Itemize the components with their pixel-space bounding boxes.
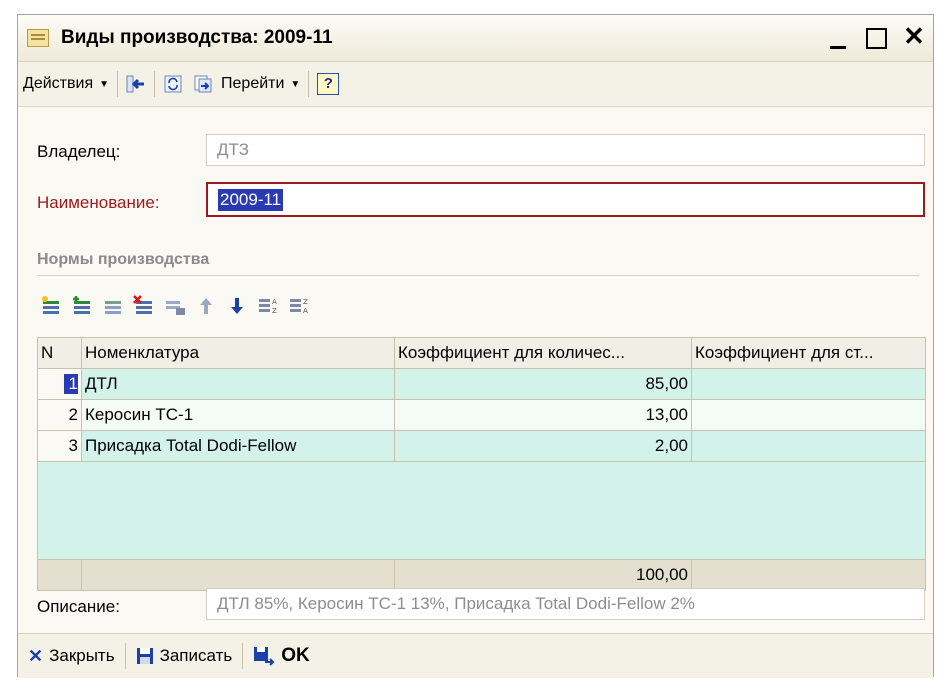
column-header-coef-qty[interactable]: Коэффициент для количес...: [394, 337, 692, 369]
actions-menu-button[interactable]: Действия ▼: [18, 68, 114, 100]
close-x-icon: ✕: [28, 645, 44, 666]
title-bar: Виды производства: 2009-11 ✕: [18, 15, 933, 62]
arrow-left-icon: [126, 75, 145, 93]
owner-field[interactable]: ДТЗ: [206, 134, 925, 166]
coef-qty-cell[interactable]: 2,00: [394, 430, 692, 462]
table-row[interactable]: 3 Присадка Total Dodi-Fellow 2,00: [37, 430, 926, 462]
row-number-cell[interactable]: 3: [37, 430, 82, 462]
move-up-icon[interactable]: [195, 295, 217, 317]
end-edit-icon[interactable]: [164, 295, 186, 317]
edit-row-icon[interactable]: [102, 295, 124, 317]
svg-text:Z: Z: [303, 298, 308, 306]
description-field[interactable]: ДТЛ 85%, Керосин ТС-1 13%, Присадка Tota…: [206, 588, 925, 620]
table-footer-row: 100,00: [37, 559, 926, 591]
coef-cost-cell[interactable]: [691, 368, 926, 400]
delete-row-icon[interactable]: [133, 295, 155, 317]
sort-ascending-icon[interactable]: AZ: [257, 295, 279, 317]
help-button[interactable]: ?: [312, 68, 344, 100]
footer-cell: [691, 559, 926, 591]
footer-cell: [81, 559, 395, 591]
ok-label: OK: [281, 645, 310, 666]
maximize-icon: [865, 28, 887, 49]
item-cell[interactable]: Присадка Total Dodi-Fellow: [81, 430, 395, 462]
close-window-button[interactable]: ✕: [903, 20, 925, 51]
name-field[interactable]: 2009-11: [206, 182, 925, 217]
owner-label: Владелец:: [37, 142, 121, 161]
name-field-value: 2009-11: [218, 188, 284, 211]
save-button[interactable]: Записать: [126, 646, 243, 666]
refresh-icon: [164, 75, 182, 93]
goto-icon: [194, 75, 212, 93]
footer-cell: [37, 559, 82, 591]
item-cell[interactable]: Керосин ТС-1: [81, 399, 395, 431]
minimize-icon: [830, 28, 846, 49]
column-header-n[interactable]: N: [37, 337, 82, 369]
close-icon: ✕: [903, 20, 925, 51]
add-row-icon[interactable]: [40, 295, 62, 317]
svg-text:Z: Z: [272, 307, 277, 315]
name-label: Наименование:: [37, 193, 160, 212]
table-header-row: N Номенклатура Коэффициент для количес..…: [37, 337, 926, 369]
total-qty-cell: 100,00: [394, 559, 692, 591]
svg-text:A: A: [303, 307, 308, 315]
goto-button[interactable]: Перейти ▼: [188, 68, 305, 100]
table-row[interactable]: 1 ДТЛ 85,00: [37, 368, 926, 400]
description-label: Описание:: [37, 597, 120, 616]
svg-text:A: A: [272, 298, 277, 306]
close-button[interactable]: ✕ Закрыть: [18, 646, 125, 667]
window-title: Виды производства: 2009-11: [61, 27, 333, 48]
coef-qty-cell[interactable]: 13,00: [394, 399, 692, 431]
toolbar-separator: [154, 71, 156, 97]
toolbar-separator: [117, 71, 119, 97]
coef-qty-cell[interactable]: 85,00: [394, 368, 692, 400]
floppy-disk-icon: [136, 648, 153, 664]
toolbar-separator: [308, 71, 310, 97]
column-header-item[interactable]: Номенклатура: [81, 337, 395, 369]
save-label: Записать: [159, 646, 233, 665]
row-number-cell[interactable]: 1: [37, 368, 82, 400]
catalog-icon: [27, 29, 49, 47]
coef-cost-cell[interactable]: [691, 399, 926, 431]
actions-label: Действия: [23, 75, 94, 92]
section-divider: [37, 275, 919, 279]
row-number-cell[interactable]: 2: [37, 399, 82, 431]
maximize-button[interactable]: [865, 23, 887, 49]
form-window: Виды производства: 2009-11 ✕ Действия ▼: [17, 14, 934, 678]
item-cell[interactable]: ДТЛ: [81, 368, 395, 400]
close-label: Закрыть: [49, 646, 115, 665]
section-title: Нормы производства: [37, 251, 210, 268]
select-back-button[interactable]: [121, 68, 151, 100]
bottom-bar: ✕ Закрыть Записать OK: [18, 633, 933, 678]
form-toolbar: Действия ▼ Перейти ▼ ?: [18, 62, 933, 107]
table-empty-area[interactable]: [37, 461, 926, 560]
goto-label: Перейти: [221, 75, 285, 92]
move-down-icon[interactable]: [226, 295, 248, 317]
copy-row-icon[interactable]: [71, 295, 93, 317]
refresh-button[interactable]: [158, 68, 188, 100]
ok-button[interactable]: OK: [243, 645, 320, 667]
minimize-button[interactable]: [827, 23, 849, 49]
table-row[interactable]: 2 Керосин ТС-1 13,00: [37, 399, 926, 431]
save-and-close-icon: [254, 647, 275, 666]
help-icon: ?: [317, 73, 340, 95]
dropdown-arrow-icon: ▼: [99, 78, 110, 90]
dropdown-arrow-icon: ▼: [290, 78, 301, 90]
coef-cost-cell[interactable]: [691, 430, 926, 462]
table-toolbar: AZ ZA: [40, 291, 310, 321]
sort-descending-icon[interactable]: ZA: [288, 295, 310, 317]
norms-table: N Номенклатура Коэффициент для количес..…: [37, 337, 926, 591]
empty-cell[interactable]: [37, 461, 926, 560]
column-header-coef-cost[interactable]: Коэффициент для ст...: [691, 337, 926, 369]
